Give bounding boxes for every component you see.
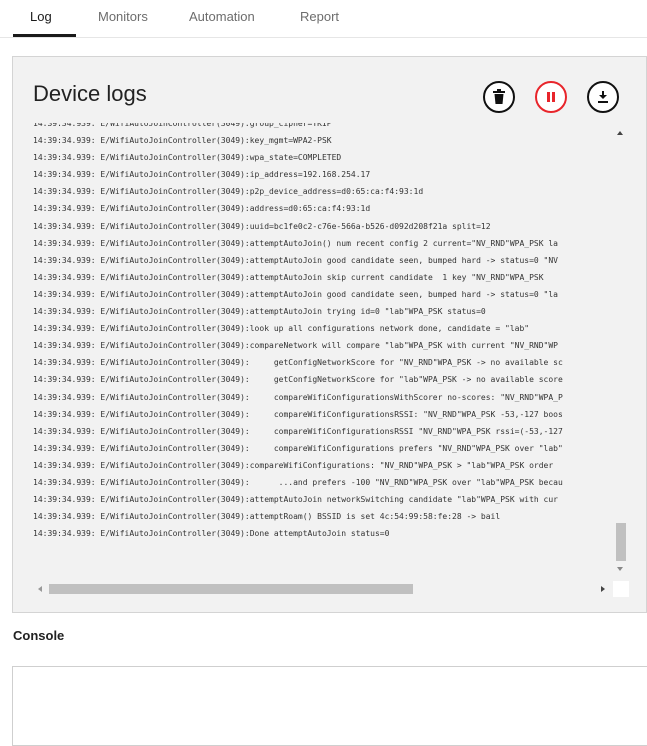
active-tab-indicator: [13, 34, 76, 37]
download-logs-button[interactable]: [587, 81, 619, 113]
log-lines: 14:39:34.939: E/WifiAutoJoinController(3…: [33, 123, 613, 542]
console-input[interactable]: [12, 666, 647, 746]
device-logs-panel: Device logs 14:39:34.939: E/WifiAutoJoin…: [12, 56, 647, 613]
log-line: 14:39:34.939: E/WifiAutoJoinController(3…: [33, 289, 558, 299]
log-line: 14:39:34.939: E/WifiAutoJoinController(3…: [33, 375, 563, 385]
log-line: 14:39:34.939: E/WifiAutoJoinController(3…: [33, 495, 558, 505]
log-line: 14:39:34.939: E/WifiAutoJoinController(3…: [33, 392, 563, 402]
tab-bar: Log Monitors Automation Report: [0, 0, 647, 38]
trash-icon: [493, 89, 505, 104]
log-line: 14:39:34.939: E/WifiAutoJoinController(3…: [33, 307, 486, 317]
log-line: 14:39:34.939: E/WifiAutoJoinController(3…: [33, 187, 424, 197]
log-line: 14:39:34.939: E/WifiAutoJoinController(3…: [33, 358, 563, 368]
pause-logs-button[interactable]: [535, 81, 567, 113]
log-line: 14:39:34.939: E/WifiAutoJoinController(3…: [33, 136, 332, 146]
log-output[interactable]: 14:39:34.939: E/WifiAutoJoinController(3…: [33, 123, 613, 567]
pause-icon: [547, 92, 555, 102]
log-line: 14:39:34.939: E/WifiAutoJoinController(3…: [33, 123, 332, 128]
log-line: 14:39:34.939: E/WifiAutoJoinController(3…: [33, 426, 563, 436]
log-line: 14:39:34.939: E/WifiAutoJoinController(3…: [33, 153, 342, 163]
log-line: 14:39:34.939: E/WifiAutoJoinController(3…: [33, 512, 501, 522]
console-label: Console: [13, 628, 65, 643]
log-line: 14:39:34.939: E/WifiAutoJoinController(3…: [33, 238, 558, 248]
scroll-right-arrow-icon[interactable]: [601, 586, 605, 592]
scroll-left-arrow-icon[interactable]: [38, 586, 42, 592]
log-line: 14:39:34.939: E/WifiAutoJoinController(3…: [33, 341, 558, 351]
panel-title: Device logs: [33, 81, 147, 106]
tab-monitors[interactable]: Monitors: [98, 9, 148, 24]
horizontal-scroll-thumb[interactable]: [49, 584, 413, 594]
scroll-down-arrow-icon[interactable]: [617, 567, 623, 571]
vertical-scroll-thumb[interactable]: [616, 523, 626, 561]
tab-log[interactable]: Log: [30, 9, 52, 24]
scrollbar-corner: [613, 581, 629, 597]
log-line: 14:39:34.939: E/WifiAutoJoinController(3…: [33, 529, 390, 539]
log-line: 14:39:34.939: E/WifiAutoJoinController(3…: [33, 460, 554, 470]
scroll-up-arrow-icon[interactable]: [617, 131, 623, 135]
horizontal-scrollbar[interactable]: [33, 581, 613, 597]
download-icon: [598, 91, 608, 103]
log-line: 14:39:34.939: E/WifiAutoJoinController(3…: [33, 255, 558, 265]
log-line: 14:39:34.939: E/WifiAutoJoinController(3…: [33, 324, 530, 334]
log-line: 14:39:34.939: E/WifiAutoJoinController(3…: [33, 170, 371, 180]
vertical-scrollbar[interactable]: [613, 123, 629, 581]
log-line: 14:39:34.939: E/WifiAutoJoinController(3…: [33, 221, 491, 231]
clear-logs-button[interactable]: [483, 81, 515, 113]
log-line: 14:39:34.939: E/WifiAutoJoinController(3…: [33, 409, 563, 419]
log-line: 14:39:34.939: E/WifiAutoJoinController(3…: [33, 204, 371, 214]
log-line: 14:39:34.939: E/WifiAutoJoinController(3…: [33, 477, 563, 487]
log-line: 14:39:34.939: E/WifiAutoJoinController(3…: [33, 272, 544, 282]
tab-automation[interactable]: Automation: [189, 9, 255, 24]
tab-report[interactable]: Report: [300, 9, 339, 24]
log-line: 14:39:34.939: E/WifiAutoJoinController(3…: [33, 443, 563, 453]
